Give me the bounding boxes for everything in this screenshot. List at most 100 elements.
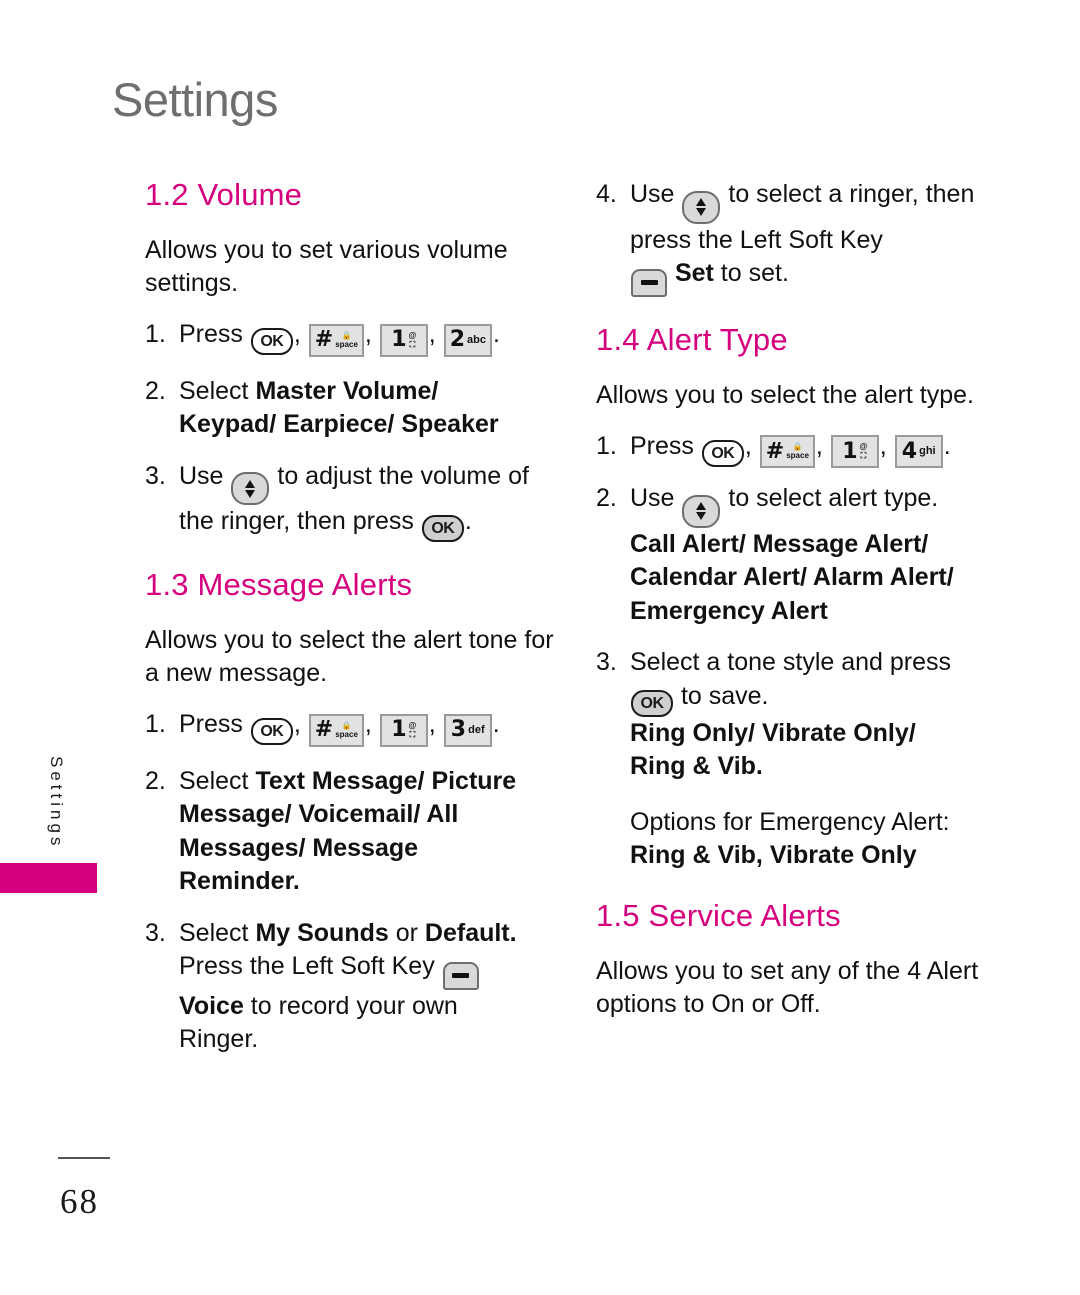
- ghi-label: ghi: [919, 445, 936, 458]
- menu-option: Messages/ Message: [179, 833, 419, 862]
- volume-step-2: 2. Select Master Volume/ Keypad/ Earpiec…: [145, 375, 557, 442]
- step-number: 3.: [596, 648, 617, 677]
- period: .: [492, 710, 500, 739]
- message-alerts-step-2: 2. Select Text Message/ Picture Message/…: [145, 765, 557, 899]
- ok-key-icon: OK: [701, 439, 744, 467]
- one-key-icon: 1 @ ⛶: [379, 713, 428, 747]
- step-number: 3.: [145, 918, 166, 947]
- volume-step-3: 3. Use to adjust the volume of the ringe…: [145, 460, 557, 543]
- hash-glyph: #: [765, 438, 785, 464]
- step-text: Use: [630, 180, 675, 208]
- hash-glyph: #: [314, 717, 334, 743]
- period: .: [464, 507, 472, 536]
- four-ghi-key-icon: 4 ghi: [894, 435, 943, 469]
- at-icon: @: [859, 442, 868, 452]
- three-def-key-icon: 3 def: [443, 713, 492, 747]
- step-text: to record your own: [243, 991, 458, 1020]
- arrow-down-icon: [696, 208, 707, 216]
- left-soft-key-icon: [442, 961, 479, 990]
- hash-space-key-icon: # 🔒 space: [308, 713, 364, 747]
- at-icon: @: [408, 330, 417, 340]
- emergency-alert-label: Options for Emergency Alert:: [630, 807, 950, 836]
- navigation-key-icon: [682, 190, 721, 224]
- step-text: to adjust the volume of the ringer, then…: [179, 461, 529, 536]
- one-glyph: 1: [842, 438, 858, 464]
- step-text: to select a ringer, then press the Left …: [630, 180, 975, 254]
- ok-key-icon: OK: [250, 718, 293, 746]
- two-glyph: 2: [449, 327, 466, 353]
- heading-alert-type: 1.4 Alert Type: [596, 321, 788, 357]
- step-text: Select: [179, 376, 256, 405]
- alert-type-step-3: 3. Select a tone style and press OK to s…: [596, 646, 1008, 784]
- navigation-key-icon: [231, 472, 270, 506]
- left-soft-key-icon: [631, 268, 667, 297]
- alert-type-intro: Allows you to select the alert type.: [596, 380, 974, 409]
- step-number: 3.: [145, 461, 166, 490]
- step-number: 1.: [145, 320, 166, 349]
- def-label: def: [468, 723, 485, 736]
- message-alerts-step-1: 1. Press OK, # 🔒 space , 1 @ ⛶ , 3 def .: [145, 708, 557, 747]
- step-text: to save.: [680, 681, 769, 710]
- dash-glyph: [640, 280, 658, 285]
- hash-space-key-icon: # 🔒 space: [308, 323, 364, 357]
- step-text: Use: [179, 461, 224, 490]
- arrow-down-icon: [245, 489, 256, 498]
- two-abc-key-icon: 2 abc: [443, 323, 492, 357]
- comma: ,: [293, 320, 301, 349]
- menu-option: Message/ Voicemail/ All: [179, 800, 459, 829]
- ok-key-icon: OK: [250, 328, 293, 356]
- step-text: Use: [630, 484, 675, 513]
- page-title: Settings: [112, 73, 278, 126]
- one-key-icon: 1 @ ⛶: [379, 323, 428, 357]
- menu-option: Ring & Vib.: [630, 752, 763, 781]
- side-tab-label: Settings: [47, 756, 66, 850]
- menu-option: Emergency Alert: [630, 596, 828, 625]
- step-text: to set.: [713, 259, 789, 287]
- hash-space-key-icon: # 🔒 space: [759, 435, 815, 469]
- right-column: 4. Use to select a ringer, then press th…: [596, 178, 1008, 1021]
- space-label: space: [786, 451, 809, 461]
- menu-option: Master Volume/: [255, 376, 439, 405]
- step-text: Press the Left Soft Key: [179, 952, 435, 981]
- lock-icon: 🔒: [792, 442, 803, 452]
- one-key-icon: 1 @ ⛶: [830, 435, 879, 469]
- step-text: to select alert type.: [728, 484, 939, 513]
- step-text: Press: [179, 710, 243, 739]
- period: .: [492, 320, 500, 349]
- step-text: Select: [179, 918, 256, 947]
- comma: ,: [428, 320, 436, 349]
- menu-option: Call Alert/ Message Alert/: [630, 529, 929, 558]
- voicemail-icon: ⛶: [409, 339, 416, 349]
- arrow-up-icon: [245, 479, 256, 488]
- three-glyph: 3: [450, 717, 467, 743]
- menu-option: My Sounds: [255, 918, 389, 947]
- navigation-key-icon: [682, 494, 721, 528]
- one-glyph: 1: [391, 717, 407, 743]
- step-text: or: [388, 918, 425, 947]
- volume-step-4: 4. Use to select a ringer, then press th…: [596, 178, 1008, 297]
- message-alerts-intro: Allows you to select the alert tone for …: [145, 626, 554, 688]
- menu-option: Reminder.: [179, 867, 300, 896]
- space-label: space: [335, 339, 358, 349]
- emergency-alert-values: Ring & Vib, Vibrate Only: [630, 841, 917, 870]
- voicemail-icon: ⛶: [409, 729, 416, 739]
- four-glyph: 4: [901, 438, 918, 464]
- volume-intro: Allows you to set various volume setting…: [145, 236, 508, 298]
- alert-type-step-1: 1. Press OK, # 🔒 space , 1 @ ⛶ , 4 ghi .: [596, 430, 1008, 469]
- one-glyph: 1: [391, 327, 407, 353]
- step-text: Ringer.: [179, 1025, 259, 1054]
- lock-icon: 🔒: [341, 330, 352, 340]
- step-number: 1.: [145, 710, 166, 739]
- step-number: 4.: [596, 180, 617, 208]
- period: .: [943, 431, 951, 460]
- step-number: 1.: [596, 431, 617, 460]
- footer-divider: [58, 1157, 110, 1159]
- service-alerts-intro: Allows you to set any of the 4 Alert opt…: [596, 956, 979, 1018]
- menu-option: Keypad/ Earpiece/ Speaker: [179, 410, 499, 439]
- dash-glyph: [452, 973, 470, 979]
- step-text: Select: [179, 766, 256, 795]
- hash-glyph: #: [314, 327, 334, 353]
- menu-option: Calendar Alert/ Alarm Alert/: [630, 563, 954, 592]
- heading-volume: 1.2 Volume: [145, 177, 303, 212]
- arrow-up-icon: [696, 502, 707, 511]
